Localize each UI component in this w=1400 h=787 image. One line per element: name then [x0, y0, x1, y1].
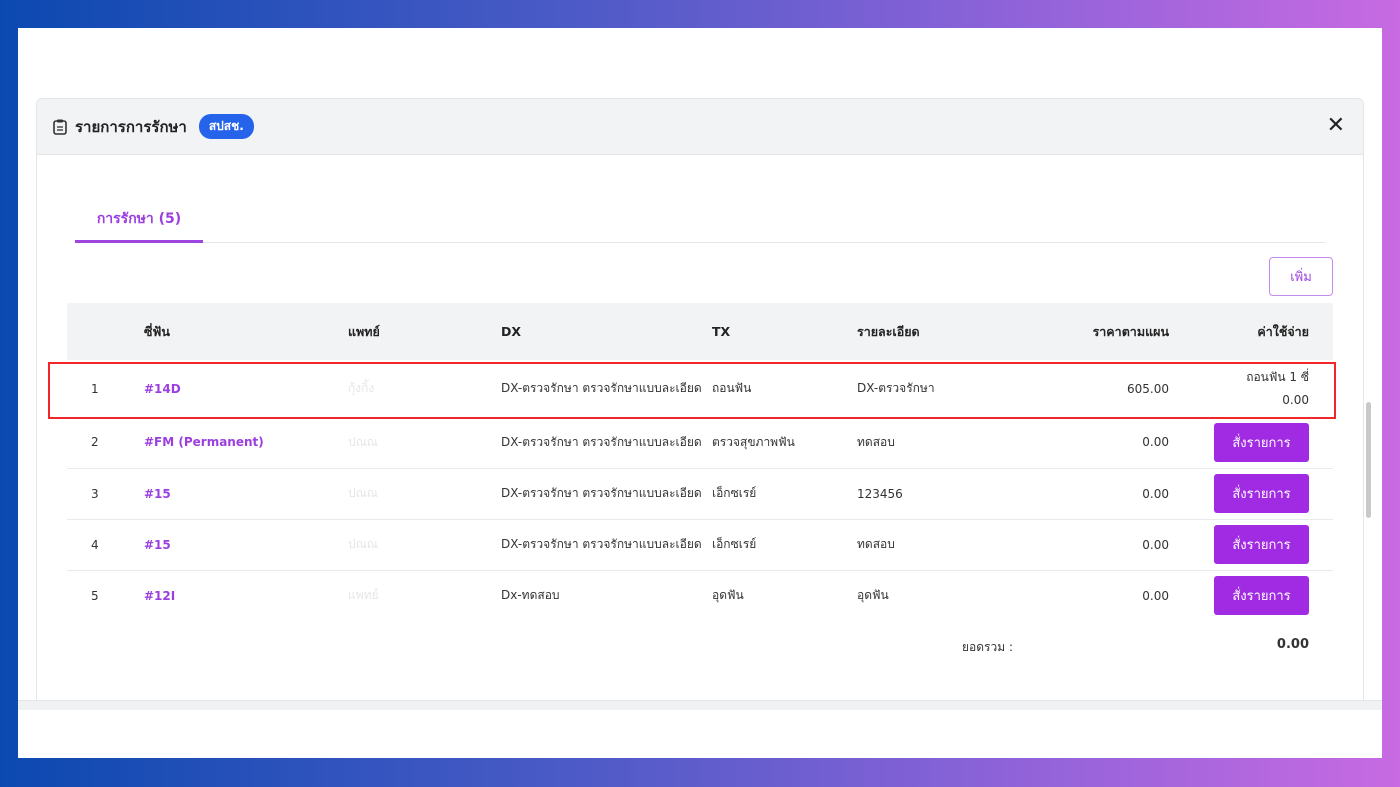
col-no [67, 303, 144, 360]
doctor: กุ้งกิ้ง [348, 381, 375, 395]
tooth: #14D [144, 381, 181, 396]
table-row: 2 #FM (Permanent) ปณณ DX-ตรวจรักษา ตรวจร… [67, 417, 1333, 469]
tooth: #15 [144, 519, 348, 571]
bottom-bar [18, 700, 1382, 710]
row-number: 2 [67, 417, 144, 469]
col-tooth: ซี่ฟัน [144, 303, 348, 360]
tab-treatment[interactable]: การรักษา (5) [75, 200, 203, 243]
cost-value: 0.00 [1282, 392, 1309, 407]
total-value: 0.00 [1276, 637, 1309, 652]
col-tx: TX [712, 303, 857, 360]
modal-header: รายการการรักษา สปสช. ✕ [37, 99, 1363, 155]
cost-note: ถอนฟัน 1 ซี่ [1246, 369, 1309, 384]
row-number: 4 [67, 519, 144, 571]
table-row[interactable]: 1 #14D กุ้งกิ้ง DX-ตรวจรักษา ตรวจรักษาแบ… [67, 360, 1333, 417]
order-button[interactable]: สั่งรายการ [1214, 576, 1309, 616]
add-button[interactable]: เพิ่ม [1269, 257, 1333, 296]
detail: ทดสอบ [857, 519, 1007, 571]
cost: ถอนฟัน 1 ซี่ 0.00 [1169, 360, 1333, 417]
table-header: ซี่ฟัน แพทย์ DX TX รายละเอียด ราคาตามแผน… [67, 303, 1333, 360]
tx: อุดฟัน [712, 588, 744, 603]
col-cost: ค่าใช้จ่าย [1169, 303, 1333, 360]
row-number: 3 [67, 468, 144, 520]
total-label: ยอดรวม : [962, 640, 1013, 654]
tx: ถอนฟัน [712, 381, 752, 395]
scheme-badge: สปสช. [198, 114, 254, 139]
tx: เอ็กซเรย์ [712, 519, 857, 571]
order-button[interactable]: สั่งรายการ [1214, 525, 1309, 564]
tooth: #15 [144, 468, 348, 520]
scrollbar[interactable] [1366, 402, 1371, 518]
row-number: 1 [91, 381, 99, 396]
tooth: #12I [144, 588, 176, 603]
modal-title: รายการการรักษา [75, 117, 187, 136]
table-row: 3 #15 ปณณ DX-ตรวจรักษา ตรวจรักษาแบบละเอี… [67, 468, 1333, 520]
doctor: ปณณ [348, 417, 501, 469]
clipboard-icon [53, 119, 67, 135]
dx: DX-ตรวจรักษา ตรวจรักษาแบบละเอียด [501, 417, 712, 469]
doctor: แพทย์ [348, 588, 379, 603]
col-plan-price: ราคาตามแผน [1007, 303, 1169, 360]
order-button[interactable]: สั่งรายการ [1214, 422, 1309, 462]
detail: ทดสอบ [857, 417, 1007, 469]
order-button[interactable]: สั่งรายการ [1214, 474, 1309, 513]
dx: DX-ตรวจรักษา ตรวจรักษาแบบละเอียด [501, 468, 712, 520]
treatment-table: ซี่ฟัน แพทย์ DX TX รายละเอียด ราคาตามแผน… [67, 303, 1333, 621]
dx: Dx-ทดสอบ [501, 588, 560, 603]
row-number: 5 [91, 588, 99, 603]
tooth: #FM (Permanent) [144, 417, 348, 469]
col-dx: DX [501, 303, 712, 360]
tx: เอ็กซเรย์ [712, 468, 857, 520]
dx: DX-ตรวจรักษา ตรวจรักษาแบบละเอียด [501, 519, 712, 571]
col-doctor: แพทย์ [348, 303, 501, 360]
close-icon[interactable]: ✕ [1327, 113, 1345, 138]
detail: DX-ตรวจรักษา [857, 381, 935, 395]
col-detail: รายละเอียด [857, 303, 1007, 360]
detail: 123456 [857, 468, 1007, 520]
detail: อุดฟัน [857, 588, 889, 603]
plan-price: 0.00 [1142, 588, 1169, 603]
dx: DX-ตรวจรักษา ตรวจรักษาแบบละเอียด [501, 381, 702, 395]
plan-price: 0.00 [1007, 417, 1169, 469]
tx: ตรวจสุขภาพฟัน [712, 417, 857, 469]
plan-price: 605.00 [1127, 381, 1169, 396]
tab-bar: การรักษา (5) [75, 200, 1325, 243]
doctor: ปณณ [348, 519, 501, 571]
app-window: รายการการรักษา สปสช. ✕ การรักษา (5) เพิ่… [18, 28, 1382, 758]
plan-price: 0.00 [1007, 468, 1169, 520]
doctor: ปณณ [348, 468, 501, 520]
plan-price: 0.00 [1007, 519, 1169, 571]
table-row: 5 #12I แพทย์ Dx-ทดสอบ อุดฟัน อุดฟัน 0.00… [67, 570, 1333, 621]
table-row: 4 #15 ปณณ DX-ตรวจรักษา ตรวจรักษาแบบละเอี… [67, 519, 1333, 571]
